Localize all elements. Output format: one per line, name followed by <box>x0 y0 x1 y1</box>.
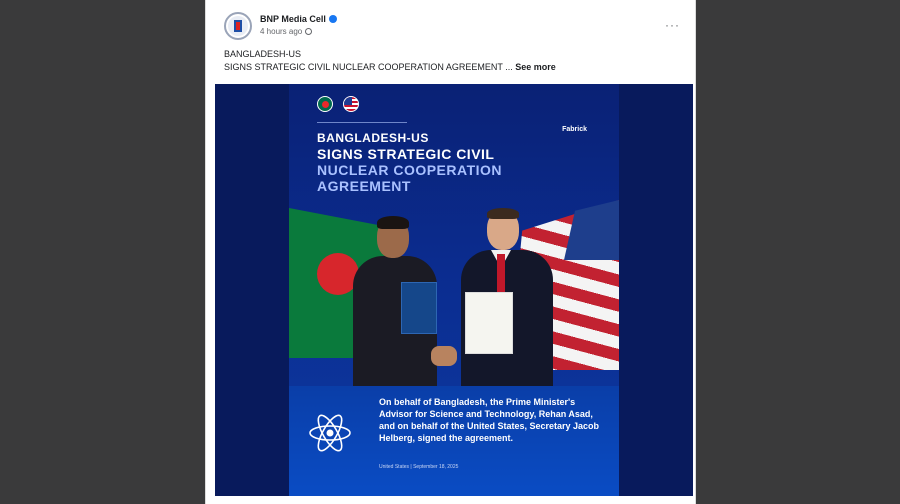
post-meta: 4 hours ago <box>260 27 313 36</box>
blue-document-folder <box>401 282 437 334</box>
headline-line-4: AGREEMENT <box>317 178 411 194</box>
us-flag-canton <box>564 200 619 260</box>
see-more-link[interactable]: See more <box>515 62 556 72</box>
person-left-hair <box>377 216 409 229</box>
post-timestamp[interactable]: 4 hours ago <box>260 27 302 36</box>
post-header: BNP Media Cell 4 hours ago ··· <box>224 12 684 42</box>
author-name[interactable]: BNP Media Cell <box>260 14 337 24</box>
headline-line-2: SIGNS STRATEGIC CIVIL <box>317 146 495 162</box>
headline-line-3: NUCLEAR COOPERATION <box>317 162 503 178</box>
page-avatar[interactable] <box>224 12 252 40</box>
atom-icon <box>309 414 351 452</box>
bangladesh-flag-icon <box>317 96 333 112</box>
globe-icon <box>305 28 313 35</box>
info-text: On behalf of Bangladesh, the Prime Minis… <box>379 397 600 443</box>
headline-line-1: BANGLADESH-US <box>317 131 429 145</box>
caption-line-1: BANGLADESH-US <box>224 49 302 59</box>
divider <box>317 122 407 123</box>
author-name-text[interactable]: BNP Media Cell <box>260 14 326 24</box>
info-panel: On behalf of Bangladesh, the Prime Minis… <box>289 386 619 496</box>
person-right-hair <box>487 208 519 219</box>
signed-agreement-document <box>465 292 513 354</box>
caption-line-2-text: SIGNS STRATEGIC CIVIL NUCLEAR COOPERATIO… <box>224 62 513 72</box>
post-image[interactable]: Fabrick BANGLADESH-US SIGNS STRATEGIC CI… <box>215 84 693 496</box>
more-options-button[interactable]: ··· <box>665 18 680 32</box>
headline: BANGLADESH-US SIGNS STRATEGIC CIVIL NUCL… <box>317 130 577 194</box>
bnp-logo-icon <box>228 16 248 36</box>
caption-line-2: SIGNS STRATEGIC CIVIL NUCLEAR COOPERATIO… <box>224 61 556 74</box>
handshake <box>431 346 457 366</box>
us-flag-icon <box>343 96 360 112</box>
verified-badge-icon <box>328 15 337 23</box>
info-date: United States | September 18, 2025 <box>379 464 459 470</box>
post-caption: BANGLADESH-US SIGNS STRATEGIC CIVIL NUCL… <box>224 48 556 74</box>
signing-photo <box>289 200 619 390</box>
announcement-graphic: Fabrick BANGLADESH-US SIGNS STRATEGIC CI… <box>289 84 619 496</box>
flag-badges <box>317 96 365 117</box>
